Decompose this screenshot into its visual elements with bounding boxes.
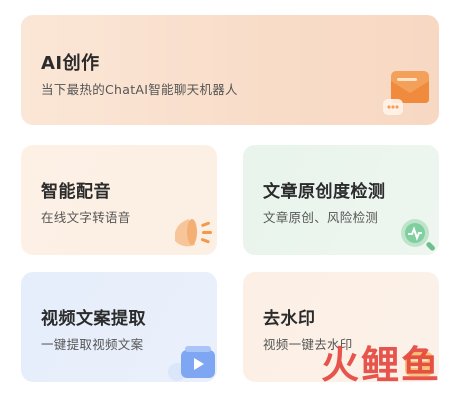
card-title: 智能配音: [41, 182, 111, 202]
magnifier-check-icon: [401, 219, 435, 251]
originality-check-card[interactable]: 文章原创度检测 文章原创、风险检测: [243, 145, 439, 255]
watermark-logo: 火鲤鱼: [320, 343, 441, 387]
smart-dubbing-card[interactable]: 智能配音 在线文字转语音: [21, 145, 217, 255]
card-title: 视频文案提取: [41, 309, 146, 329]
video-play-icon: [168, 346, 215, 381]
card-title: 文章原创度检测: [263, 182, 386, 202]
chat-envelope-icon: [383, 71, 429, 115]
card-subtitle: 在线文字转语音: [41, 210, 131, 225]
card-subtitle: 当下最热的ChatAI智能聊天机器人: [41, 82, 238, 97]
card-subtitle: 一键提取视频文案: [41, 337, 144, 352]
megaphone-icon: [175, 219, 212, 247]
card-title: 去水印: [263, 309, 316, 329]
video-copy-extract-card[interactable]: 视频文案提取 一键提取视频文案: [21, 272, 217, 382]
card-subtitle: 文章原创、风险检测: [263, 210, 379, 225]
ai-creation-card[interactable]: AI创作 当下最热的ChatAI智能聊天机器人: [21, 15, 439, 125]
card-title: AI创作: [41, 53, 100, 74]
